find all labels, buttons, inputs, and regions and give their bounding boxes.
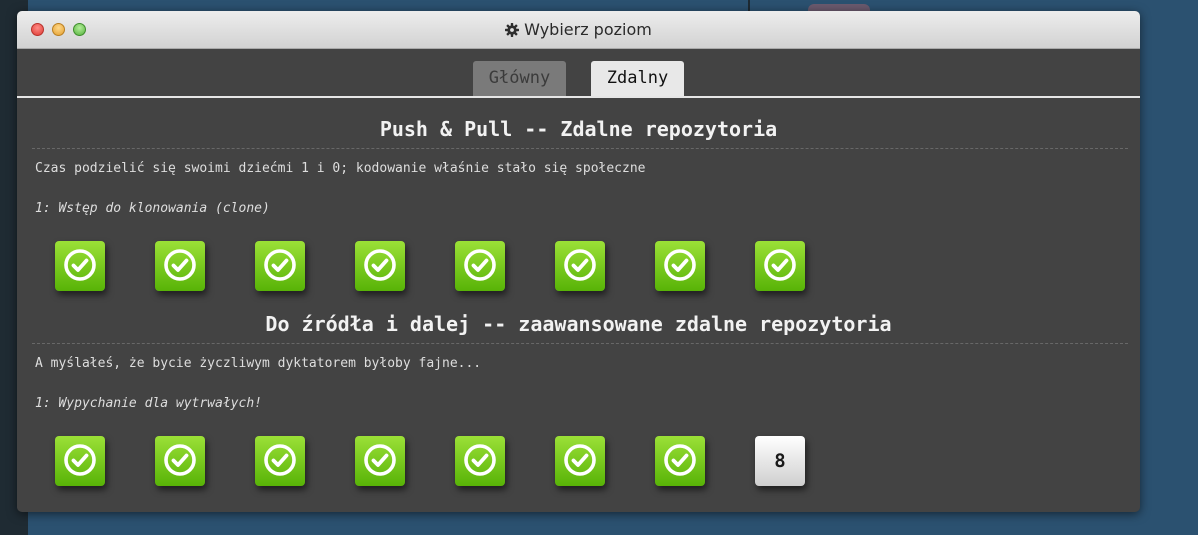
- section-divider: [32, 148, 1128, 149]
- level-button-solved[interactable]: [655, 436, 705, 486]
- check-icon: [564, 249, 596, 281]
- level-button[interactable]: 8: [755, 436, 805, 486]
- title-bar[interactable]: Wybierz poziom: [17, 11, 1140, 49]
- check-icon: [164, 249, 196, 281]
- level-button-solved[interactable]: [155, 241, 205, 291]
- section-description: Czas podzielić się swoimi dziećmi 1 i 0;…: [35, 161, 646, 176]
- level-button-solved[interactable]: [155, 436, 205, 486]
- sequence-label: 1: Wstęp do klonowania (clone): [35, 201, 270, 216]
- check-icon: [264, 249, 296, 281]
- check-icon: [264, 444, 296, 476]
- level-button-solved[interactable]: [655, 241, 705, 291]
- level-select-window: Wybierz poziom Główny Zdalny Push & Pull…: [17, 11, 1140, 512]
- check-icon: [164, 444, 196, 476]
- check-icon: [664, 444, 696, 476]
- level-button-solved[interactable]: [455, 241, 505, 291]
- level-button-solved[interactable]: [255, 436, 305, 486]
- level-button-solved[interactable]: [355, 436, 405, 486]
- check-icon: [64, 249, 96, 281]
- section-description: A myślałeś, że bycie życzliwym dyktatore…: [35, 356, 482, 371]
- level-number: 8: [774, 450, 786, 472]
- level-button-solved[interactable]: [555, 241, 605, 291]
- level-button-solved[interactable]: [755, 241, 805, 291]
- level-button-solved[interactable]: [55, 241, 105, 291]
- tab-zdalny[interactable]: Zdalny: [591, 61, 684, 96]
- level-button-solved[interactable]: [255, 241, 305, 291]
- level-tabs: Główny Zdalny: [17, 61, 1140, 98]
- level-button-solved[interactable]: [355, 241, 405, 291]
- check-icon: [564, 444, 596, 476]
- window-title-text: Wybierz poziom: [524, 20, 652, 39]
- tab-glowny[interactable]: Główny: [473, 61, 566, 96]
- window-title: Wybierz poziom: [17, 11, 1140, 48]
- check-icon: [64, 444, 96, 476]
- level-button-solved[interactable]: [555, 436, 605, 486]
- section-title: Do źródła i dalej -- zaawansowane zdalne…: [265, 312, 892, 336]
- sequence-label: 1: Wypychanie dla wytrwałych!: [35, 396, 262, 411]
- section-title: Push & Pull -- Zdalne repozytoria: [379, 117, 778, 141]
- section-divider: [32, 343, 1128, 344]
- level-button-solved[interactable]: [455, 436, 505, 486]
- level-button-solved[interactable]: [55, 436, 105, 486]
- check-icon: [364, 444, 396, 476]
- check-icon: [364, 249, 396, 281]
- check-icon: [664, 249, 696, 281]
- check-icon: [464, 444, 496, 476]
- check-icon: [464, 249, 496, 281]
- gear-icon: [505, 23, 520, 37]
- check-icon: [764, 249, 796, 281]
